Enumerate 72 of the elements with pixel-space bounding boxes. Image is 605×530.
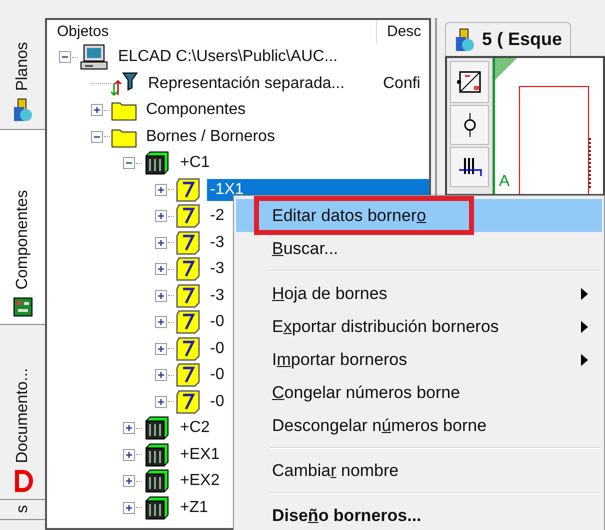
drawing-sheet-icon [454, 26, 476, 52]
terminal-icon [175, 256, 201, 282]
menu-item[interactable]: Buscar... [236, 232, 602, 265]
collapse-toggle[interactable] [59, 51, 71, 64]
menu-item[interactable]: Descongelar números borne [236, 409, 602, 442]
tree-item[interactable]: Componentes [143, 99, 249, 122]
expand-toggle[interactable] [91, 104, 103, 116]
tree-item[interactable]: ELCAD C:\Users\Public\AUC... [115, 46, 341, 68]
tree-item[interactable]: -3 [207, 284, 228, 307]
expand-toggle[interactable] [155, 263, 167, 276]
terminal-block-icon [143, 150, 171, 176]
terminal-block-icon [143, 415, 171, 442]
tree-item[interactable]: +Z1 [177, 496, 212, 519]
tree-item[interactable]: -0 [207, 338, 228, 360]
menu-item[interactable]: Exportar distribución borneros [236, 310, 602, 343]
terminal-block-icon [143, 494, 171, 521]
tree-item[interactable]: +EX1 [177, 444, 223, 466]
terminal-icon [175, 336, 201, 362]
menu-item[interactable]: Diseño borneros... [236, 499, 602, 530]
terminal-icon [175, 230, 201, 256]
tree-item[interactable]: +C2 [177, 417, 213, 440]
tree-item[interactable]: +C1 [177, 152, 213, 174]
terminal-strip-tool[interactable] [450, 147, 489, 187]
expand-toggle[interactable] [155, 396, 167, 408]
menu-item[interactable]: Congelar números borne [236, 376, 602, 409]
expand-toggle[interactable] [123, 502, 135, 514]
grid-letter: A [499, 174, 510, 190]
tree-item[interactable]: Bornes / Borneros [143, 126, 278, 148]
description-cell-text: Confi [382, 74, 422, 94]
hatched-corner-icon [495, 58, 519, 82]
filter-icon [111, 70, 139, 97]
terminal-block-icon [143, 468, 171, 494]
expand-toggle[interactable] [155, 316, 167, 328]
terminal-icon [175, 309, 201, 336]
terminal-icon [175, 362, 201, 388]
terminal-icon [175, 282, 201, 309]
circuit-board-icon [12, 296, 34, 318]
contact-symbol-tool[interactable] [450, 105, 489, 145]
expand-toggle[interactable] [155, 184, 167, 196]
menu-item[interactable]: Hoja de bornes [236, 277, 602, 310]
document-d-icon [12, 469, 32, 493]
computer-icon [79, 43, 109, 72]
terminal-icon [175, 176, 201, 203]
terminal-block-icon [143, 442, 171, 468]
collapse-toggle[interactable] [123, 157, 135, 170]
document-tab[interactable]: 5 ( Esque [445, 22, 572, 56]
tree-item[interactable]: Representación separada... [145, 72, 348, 95]
expand-toggle[interactable] [123, 422, 135, 434]
tree-item[interactable]: -2 [207, 205, 228, 228]
menu-item[interactable]: Importar borneros [236, 343, 602, 376]
expand-toggle[interactable] [155, 210, 167, 222]
menu-item[interactable]: Editar datos bornero [236, 199, 602, 232]
expand-toggle[interactable] [155, 236, 167, 249]
converter-symbol-tool[interactable] [450, 61, 489, 103]
terminal-icon [175, 203, 201, 230]
tree-item[interactable]: -0 [207, 364, 228, 386]
drawing-sheet-icon [12, 97, 34, 123]
tree-item[interactable]: -3 [207, 232, 228, 254]
side-tab[interactable]: Componentes [0, 130, 45, 325]
tree-item[interactable]: -0 [207, 311, 228, 334]
tree-item[interactable]: -0 [207, 390, 228, 413]
column-header[interactable]: Desc [377, 20, 429, 44]
menu-item[interactable]: Cambiar nombre [236, 454, 602, 487]
tree-item[interactable]: +EX2 [177, 470, 223, 492]
expand-toggle[interactable] [155, 290, 167, 302]
collapse-toggle[interactable] [91, 130, 103, 143]
tree-item[interactable]: -3 [207, 258, 228, 280]
expand-toggle[interactable] [123, 475, 135, 488]
expand-toggle[interactable] [155, 369, 167, 382]
expand-toggle[interactable] [123, 448, 135, 461]
terminal-icon [175, 388, 201, 415]
expand-toggle[interactable] [155, 342, 167, 355]
